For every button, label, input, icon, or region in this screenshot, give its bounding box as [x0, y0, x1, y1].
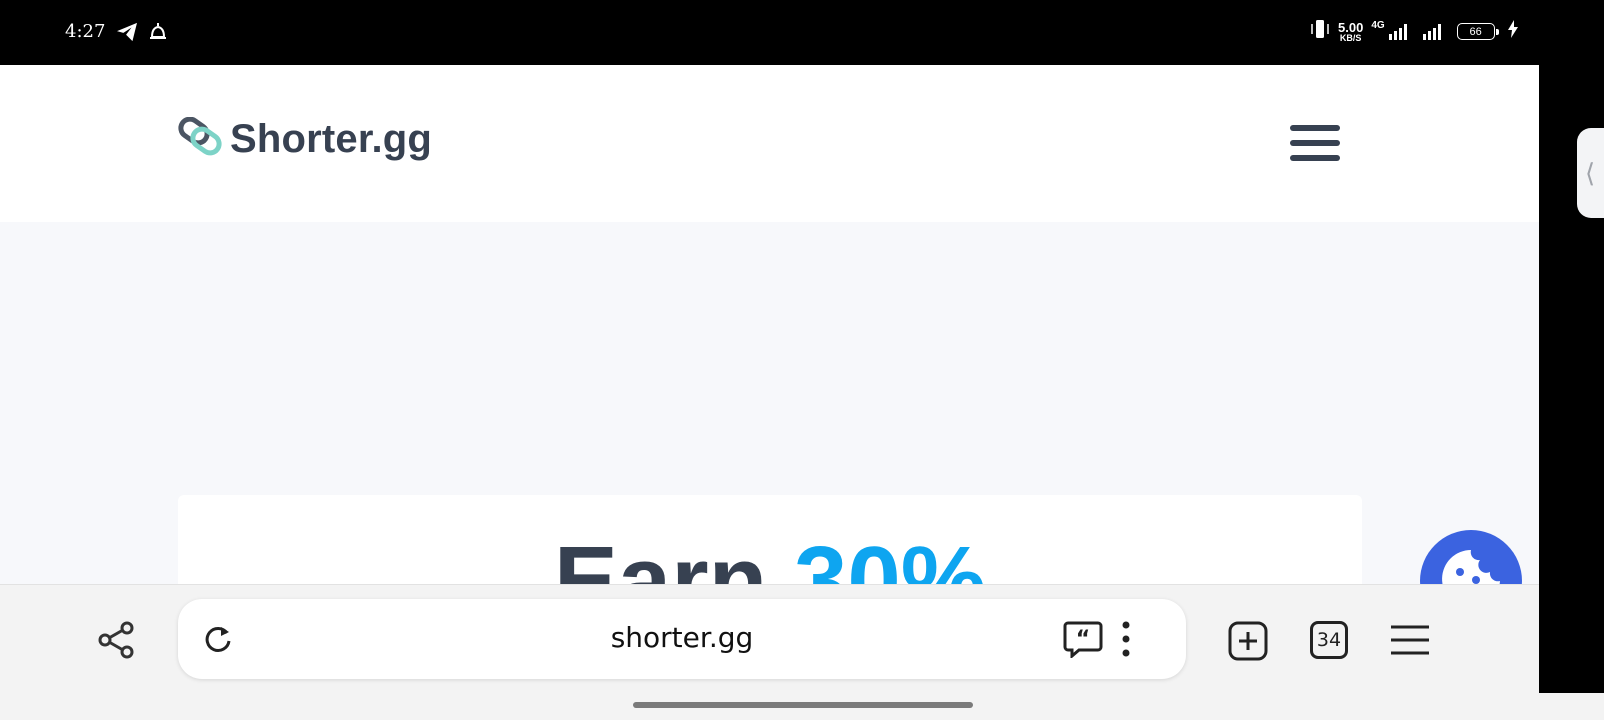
share-icon	[98, 621, 134, 659]
browser-menu-button[interactable]	[1388, 621, 1432, 659]
battery-level: 66	[1469, 25, 1482, 38]
vibrate-icon	[1310, 18, 1330, 45]
quote-button[interactable]: “	[1062, 619, 1104, 659]
charging-icon	[1507, 20, 1519, 43]
status-notification-icons	[116, 22, 168, 47]
status-system-icons: 5.00 KB/S 4G 66	[1310, 18, 1519, 45]
svg-text:“: “	[1076, 627, 1090, 652]
site-menu-button[interactable]	[1290, 125, 1340, 161]
browser-toolbar: shorter.gg “ 34	[0, 584, 1539, 693]
new-tab-button[interactable]	[1226, 619, 1270, 663]
tabs-button[interactable]: 34	[1310, 621, 1348, 659]
network-speed: 5.00 KB/S	[1338, 21, 1363, 43]
more-options-button[interactable]	[1114, 619, 1138, 659]
network-type: 4G	[1371, 20, 1385, 31]
plus-square-icon	[1228, 621, 1268, 661]
chain-link-icon	[178, 116, 224, 162]
edge-panel-handle[interactable]: ⟨	[1577, 128, 1604, 218]
share-button[interactable]	[95, 619, 137, 661]
battery-icon: 66	[1456, 23, 1499, 40]
quote-icon: “	[1063, 621, 1103, 658]
more-vertical-icon	[1122, 621, 1130, 657]
alarm-icon	[148, 22, 168, 47]
address-bar[interactable]: shorter.gg “	[178, 599, 1186, 679]
home-indicator[interactable]	[633, 702, 973, 708]
signal-strength-icon	[1388, 23, 1407, 40]
url-text[interactable]: shorter.gg	[178, 621, 1186, 654]
signal-strength-icon-2	[1422, 23, 1441, 40]
network-speed-value: 5.00	[1338, 19, 1364, 35]
telegram-icon	[116, 22, 138, 47]
logo-text: Shorter.gg	[230, 117, 433, 161]
tab-count-label: 34	[1316, 629, 1342, 651]
network-speed-unit: KB/S	[1339, 32, 1362, 43]
chevron-left-icon: ⟨	[1585, 158, 1596, 188]
site-logo[interactable]: Shorter.gg	[178, 116, 433, 162]
site-header: Shorter.gg	[0, 65, 1539, 222]
status-time: 4:27	[65, 21, 106, 42]
status-bar: 4:27 5.00 KB/S 4G 66	[0, 0, 1604, 65]
menu-icon	[1391, 625, 1429, 655]
